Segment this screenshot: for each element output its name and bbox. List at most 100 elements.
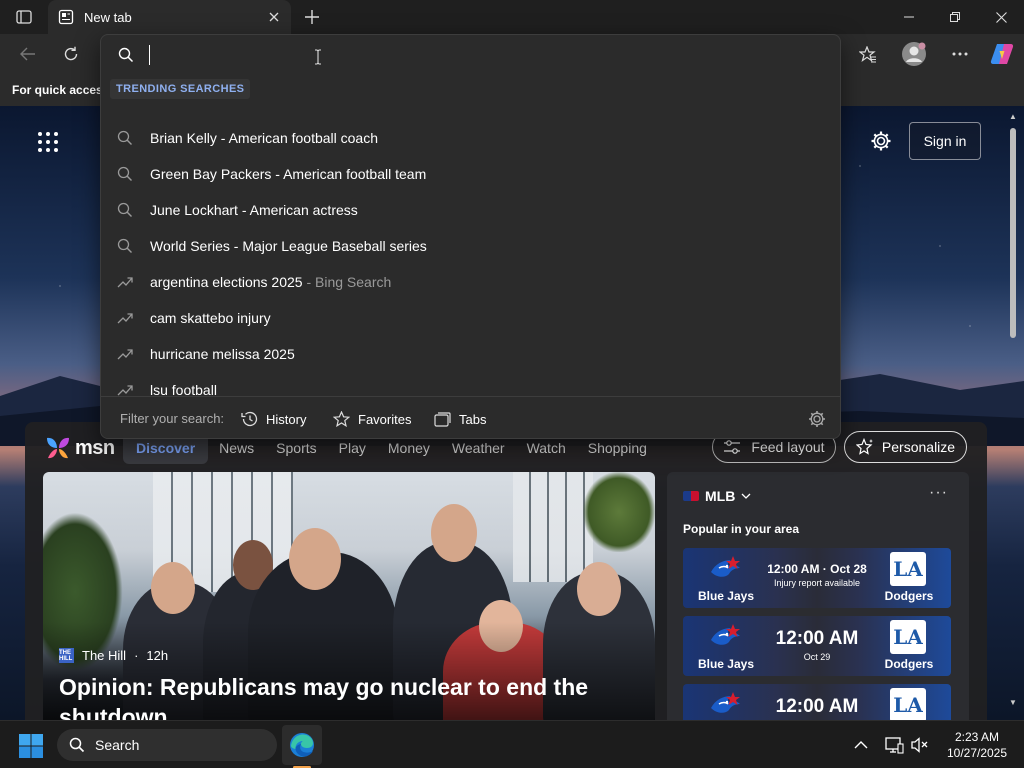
taskbar-search-box[interactable]: Search [57,729,277,761]
suggestion-item[interactable]: Green Bay Packers - American football te… [101,156,840,192]
hero-dot: · [134,648,139,663]
chevron-up-icon[interactable] [852,737,870,753]
refresh-button[interactable] [55,38,87,70]
filter-history-label: History [266,411,307,427]
page-scrollbar[interactable]: ▲ ▼ [1006,106,1020,720]
search-icon [118,47,134,63]
close-window-button[interactable] [978,0,1024,34]
favorites-star-icon [859,45,876,63]
suggestion-separator: - [216,130,229,146]
refresh-icon [64,46,78,61]
suggestion-item[interactable]: hurricane melissa 2025 [101,336,840,372]
suggestion-text: argentina elections 2025 - Bing Search [150,274,391,290]
filter-tabs-label: Tabs [459,411,487,427]
copilot-icon [990,44,1014,64]
volume-muted-icon[interactable] [910,735,930,755]
suggestion-item[interactable]: World Series - Major League Baseball ser… [101,228,840,264]
filter-history-button[interactable]: History [241,405,306,433]
suggestion-description: Major League Baseball series [242,238,427,254]
restore-button[interactable] [932,0,978,34]
game-card[interactable]: LA12:00 AMBlue JaysDodgers [683,684,951,720]
sports-more-button[interactable]: ··· [929,484,948,502]
minimize-button[interactable] [886,0,932,34]
tab-new-tab[interactable]: New tab [48,0,291,34]
game-time: 12:00 AM [775,628,859,649]
hero-image-tree [583,472,655,552]
blue-jays-logo-icon [707,690,743,720]
tab-actions-button[interactable] [10,6,38,28]
scroll-down-arrow-icon[interactable]: ▼ [1008,698,1018,708]
blue-jays-logo-icon [707,554,743,584]
network-display-icon[interactable] [884,735,904,755]
chevron-down-icon [741,493,751,499]
suggestion-term: hurricane melissa 2025 [150,346,295,362]
suggestion-item[interactable]: Brian Kelly - American football coach [101,120,840,156]
sparkle-star-icon [855,438,873,455]
feed-layout-label: Feed layout [751,439,825,455]
search-icon [69,737,85,753]
plus-icon [305,10,319,24]
scrollbar-thumb[interactable] [1010,128,1016,338]
address-bar[interactable] [101,35,840,75]
new-tab-button[interactable] [298,4,326,30]
suggestion-text: June Lockhart - American actress [150,202,358,218]
game-time: 12:00 AM · Oct 28 [767,562,867,576]
hero-article-card[interactable]: THE HILL The Hill · 12h Opinion: Republi… [43,472,655,720]
suggestion-text: Green Bay Packers - American football te… [150,166,426,182]
close-icon [269,12,279,22]
msn-logo[interactable]: msn [45,436,115,460]
msn-feed-panel: msn Discover News Sports Play Money Weather Wa… [25,422,987,720]
tabs-icon [434,411,451,427]
profile-button[interactable] [898,38,930,70]
page-settings-button[interactable] [866,126,896,156]
favorites-button[interactable] [852,38,884,70]
sliders-icon [724,440,741,454]
star-icon [333,411,350,427]
hero-source: THE HILL The Hill · 12h [59,648,168,663]
filter-tabs-button[interactable]: Tabs [434,405,486,433]
hero-image-window [513,472,593,582]
copilot-button[interactable] [986,38,1018,70]
sign-in-button[interactable]: Sign in [909,122,981,160]
back-button[interactable] [12,38,44,70]
trending-icon [117,274,133,290]
gear-icon[interactable] [807,409,827,429]
suggestion-item[interactable]: cam skattebo injury [101,300,840,336]
clock-date: 10/27/2025 [946,746,1008,760]
suggestion-text: Brian Kelly - American football coach [150,130,378,146]
game-card[interactable]: LA 12:00 AM · Oct 28 Injury report availab… [683,548,951,608]
suggestion-term: cam skattebo injury [150,310,271,326]
search-icon [117,238,133,254]
windows-start-icon[interactable] [18,733,44,759]
settings-more-button[interactable] [944,38,976,70]
league-selector[interactable]: MLB [683,488,751,504]
minimize-icon [904,16,914,18]
game-time-block: 12:00 AM · Oct 28 Injury report available [759,562,875,588]
suggestion-text: cam skattebo injury [150,310,271,326]
game-time: 12:00 AM [775,696,859,717]
suggestion-item[interactable]: June Lockhart - American actress [101,192,840,228]
hero-headline[interactable]: Opinion: Republicans may go nuclear to e… [59,672,639,720]
close-window-icon [995,11,1007,23]
address-input[interactable] [147,43,827,67]
game-time-block: 12:00 AM [759,696,875,720]
personalize-button[interactable]: Personalize [844,431,967,463]
dodgers-logo-icon: LA [890,688,926,720]
suggestion-description: American actress [249,202,358,218]
trending-icon [117,346,133,362]
suggestion-item[interactable]: argentina elections 2025 - Bing Search [101,264,840,300]
apps-launcher-icon[interactable] [36,130,60,154]
game-card[interactable]: LA 12:00 AM Oct 29 Blue Jays Dodgers [683,616,951,676]
home-team-name: Blue Jays [697,589,755,603]
dodgers-logo-icon: LA [890,552,926,586]
taskbar-clock[interactable]: 2:23 AM 10/27/2025 [940,729,1014,761]
suggestion-description: American football coach [228,130,379,146]
close-tab-button[interactable] [261,4,287,30]
filter-favorites-button[interactable]: Favorites [333,405,411,433]
sports-subtitle: Popular in your area [683,522,800,536]
scroll-up-arrow-icon[interactable]: ▲ [1008,112,1018,122]
suggestion-text: hurricane melissa 2025 [150,346,295,362]
taskbar-edge-button[interactable] [282,725,322,765]
restore-icon [950,12,960,22]
game-note: Oct 29 [803,652,831,662]
